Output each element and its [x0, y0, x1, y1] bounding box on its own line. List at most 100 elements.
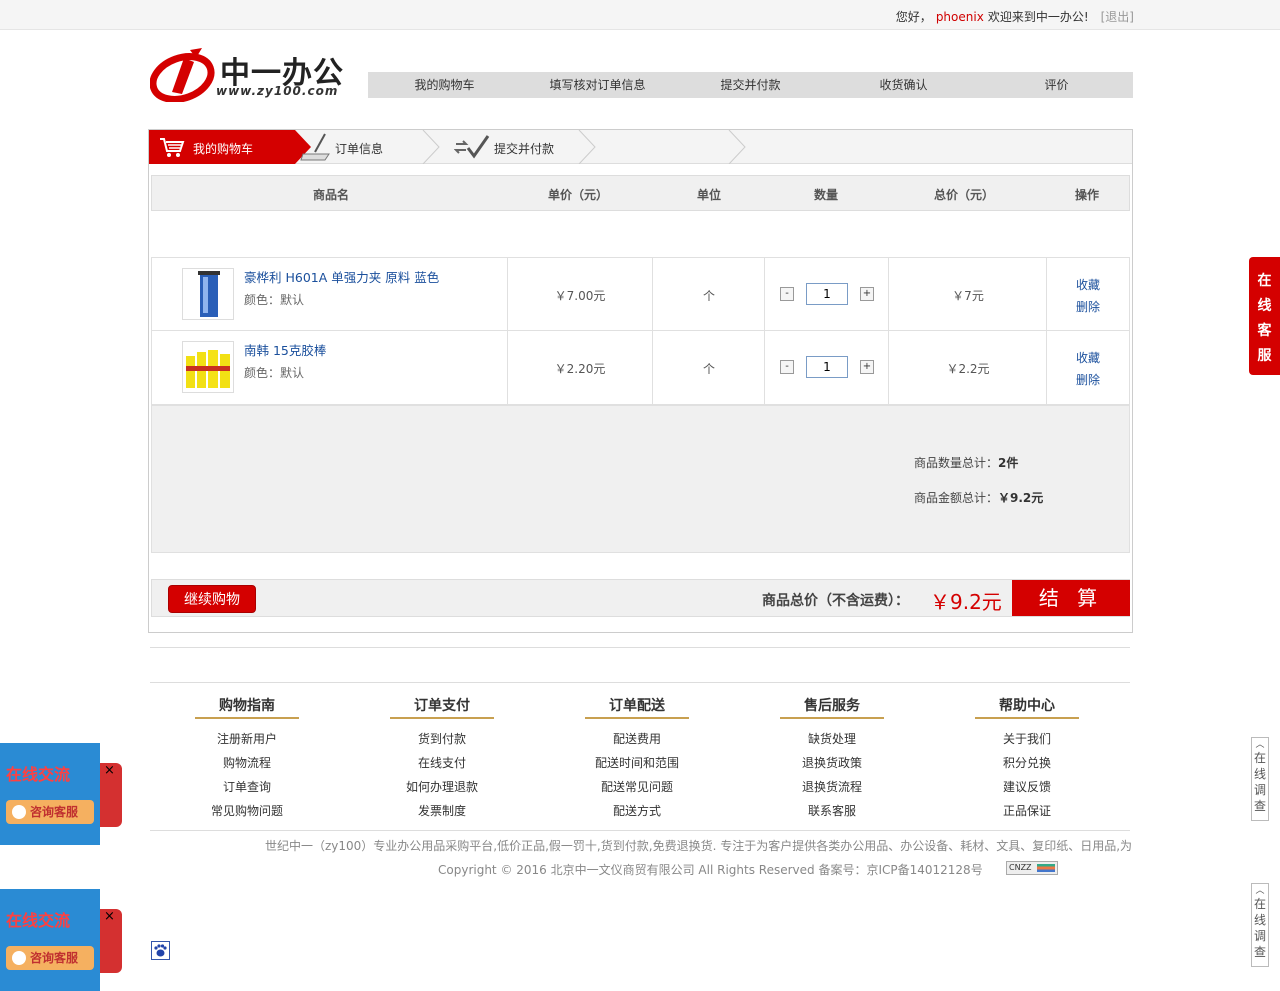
logo-url: www.zy100.com — [216, 84, 339, 98]
footer-col-title: 购物指南 — [195, 695, 299, 719]
continue-shopping-button[interactable]: 继续购物 — [168, 585, 256, 613]
item-count-label: 商品数量总计： — [914, 456, 999, 470]
footer-link[interactable]: 积分兑换 — [967, 751, 1087, 775]
cart-progress-tabs: 我的购物车 订单信息 提交并付款 — [149, 130, 1132, 164]
step-submit-pay[interactable]: 提交并付款 — [674, 72, 827, 98]
footer-link[interactable]: 配送时间和范围 — [577, 751, 697, 775]
item-count-value: 2件 — [998, 456, 1019, 470]
tab-submit-pay[interactable]: 提交并付款 — [454, 130, 654, 164]
chat-widget: 在线交流 咨询客服 × — [0, 743, 122, 845]
tab-separator-icon — [728, 130, 746, 164]
col-total: 总价（元） — [933, 188, 995, 202]
step-fill-order[interactable]: 填写核对订单信息 — [521, 72, 674, 98]
footer-link[interactable]: 货到付款 — [382, 727, 502, 751]
amount-label: 商品金额总计： — [914, 491, 999, 505]
step-confirm-receipt[interactable]: 收货确认 — [827, 72, 980, 98]
footer-col-payment: 订单支付 货到付款 在线支付 如何办理退款 发票制度 — [382, 695, 502, 823]
tab-separator-icon — [578, 130, 596, 164]
table-row: 豪桦利 H601A 单强力夹 原料 蓝色 颜色：默认 ￥7.00元 个 - + … — [151, 257, 1130, 331]
username-link[interactable]: phoenix — [936, 10, 984, 24]
site-logo[interactable]: 中一办公 www.zy100.com — [150, 46, 362, 102]
delete-link[interactable]: 删除 — [1076, 296, 1100, 318]
footer-link[interactable]: 购物流程 — [187, 751, 307, 775]
quantity-stepper: - + — [780, 283, 875, 305]
step-review[interactable]: 评价 — [980, 72, 1133, 98]
consult-service-button[interactable]: 咨询客服 — [6, 946, 94, 970]
product-name-link[interactable]: 豪桦利 H601A 单强力夹 原料 蓝色 — [244, 267, 439, 286]
footer-link[interactable]: 建议反馈 — [967, 775, 1087, 799]
delete-link[interactable]: 删除 — [1076, 369, 1100, 391]
row-total: ￥7元 — [952, 289, 984, 303]
survey-tab[interactable]: ︿ 在线调查 — [1251, 883, 1269, 967]
footer-link[interactable]: 注册新用户 — [187, 727, 307, 751]
decrease-qty-button[interactable]: - — [780, 360, 794, 374]
footer-link[interactable]: 在线支付 — [382, 751, 502, 775]
increase-qty-button[interactable]: + — [860, 287, 874, 301]
quantity-input[interactable] — [806, 283, 848, 305]
chevron-up-icon: ︿ — [1255, 886, 1265, 896]
amount-summary: 商品金额总计：￥9.2元 — [914, 489, 1043, 506]
footer-col-title: 售后服务 — [780, 695, 884, 719]
footer-col-title: 订单配送 — [585, 695, 689, 719]
footer-divider — [150, 830, 1130, 831]
tab-separator-icon — [422, 130, 440, 164]
footer-link[interactable]: 配送常见问题 — [577, 775, 697, 799]
footer-link[interactable]: 缺货处理 — [772, 727, 892, 751]
step-my-cart[interactable]: 我的购物车 — [368, 72, 521, 98]
quantity-input[interactable] — [806, 356, 848, 378]
footer-link[interactable]: 订单查询 — [187, 775, 307, 799]
pen-paper-icon — [300, 133, 330, 161]
cnzz-label: CNZZ — [1009, 863, 1032, 872]
favorite-link[interactable]: 收藏 — [1076, 274, 1100, 296]
footer-link[interactable]: 关于我们 — [967, 727, 1087, 751]
greeting-text: 您好， — [895, 10, 932, 24]
footer-link[interactable]: 联系客服 — [772, 799, 892, 823]
col-product-name: 商品名 — [312, 188, 350, 202]
footer-divider — [150, 647, 1130, 648]
chat-title: 在线交流 — [6, 911, 71, 930]
footer-link[interactable]: 发票制度 — [382, 799, 502, 823]
glue-stick-product-image — [186, 350, 230, 388]
col-unit: 单位 — [696, 188, 722, 202]
favorite-link[interactable]: 收藏 — [1076, 347, 1100, 369]
increase-qty-button[interactable]: + — [860, 360, 874, 374]
product-name-link[interactable]: 南韩 15克胶棒 — [244, 340, 326, 359]
checkout-button[interactable]: 结 算 — [1012, 580, 1130, 616]
row-actions: 收藏 删除 — [1076, 347, 1100, 391]
product-thumbnail[interactable] — [182, 268, 234, 320]
footer-col-title: 订单支付 — [390, 695, 494, 719]
footer-link[interactable]: 正品保证 — [967, 799, 1087, 823]
product-color: 颜色：默认 — [244, 293, 305, 307]
online-service-label: 在线客服 — [1257, 273, 1272, 364]
product-thumbnail[interactable] — [182, 341, 234, 393]
user-greeting: 您好， phoenix 欢迎来到中一办公! [退出] — [896, 8, 1134, 25]
amount-value: ￥9.2元 — [998, 491, 1044, 505]
footer-col-title: 帮助中心 — [975, 695, 1079, 719]
item-count-summary: 商品数量总计：2件 — [914, 454, 1018, 471]
footer-link[interactable]: 常见购物问题 — [187, 799, 307, 823]
footer-link[interactable]: 如何办理退款 — [382, 775, 502, 799]
online-service-tab[interactable]: 在线客服 — [1249, 257, 1280, 375]
decrease-qty-button[interactable]: - — [780, 287, 794, 301]
footer-link[interactable]: 退换货政策 — [772, 751, 892, 775]
footer-link[interactable]: 配送方式 — [577, 799, 697, 823]
footer-link[interactable]: 退换货流程 — [772, 775, 892, 799]
consult-service-label: 咨询客服 — [30, 805, 79, 819]
welcome-text: 欢迎来到中一办公! — [987, 10, 1089, 24]
footer-col-after-sales: 售后服务 缺货处理 退换货政策 退换货流程 联系客服 — [772, 695, 892, 823]
survey-tab[interactable]: ︿ 在线调查 — [1251, 737, 1269, 821]
product-color: 颜色：默认 — [244, 366, 305, 380]
logout-link[interactable]: [退出] — [1101, 10, 1134, 24]
grand-total-label: 商品总价（不含运费）： — [762, 593, 909, 609]
close-icon[interactable]: × — [104, 909, 115, 924]
paw-icon[interactable] — [151, 941, 170, 960]
footer-description: 世纪中一（zy100）专业办公用品采购平台,低价正品,假一罚十,货到付款,免费退… — [265, 839, 1131, 853]
footer-link[interactable]: 配送费用 — [577, 727, 697, 751]
consult-service-button[interactable]: 咨询客服 — [6, 800, 94, 824]
unit: 个 — [702, 362, 716, 376]
tab-my-cart[interactable]: 我的购物车 — [149, 130, 311, 164]
cart-rows: 豪桦利 H601A 单强力夹 原料 蓝色 颜色：默认 ￥7.00元 个 - + … — [151, 257, 1130, 405]
close-icon[interactable]: × — [104, 763, 115, 778]
cnzz-badge[interactable]: CNZZ — [1006, 861, 1058, 875]
chat-title: 在线交流 — [6, 765, 71, 784]
